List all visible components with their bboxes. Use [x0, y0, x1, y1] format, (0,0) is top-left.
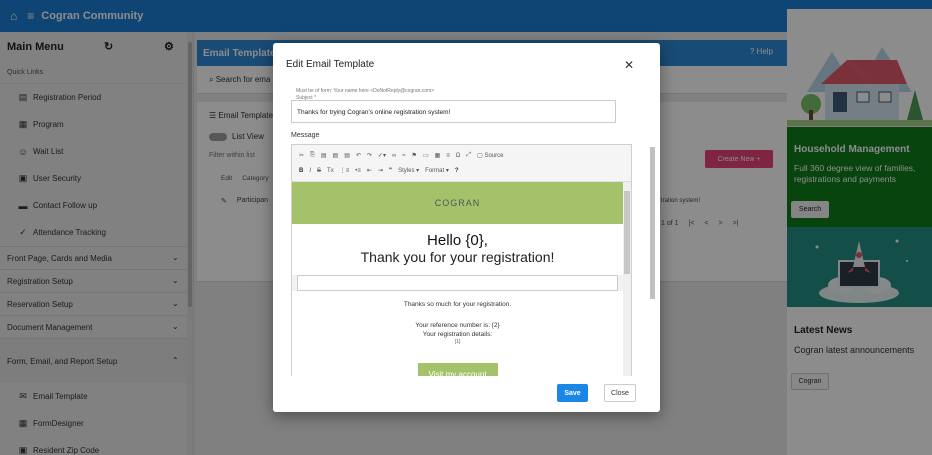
unlink-icon[interactable]: ≈ — [402, 153, 405, 159]
rich-text-editor: ✂ ⎘ ▤ ▤ ▤ ↶ ↷ ✓▾ ∞ ≈ ⚑ ▭ ▦ ≡ Ω ⤢ ▢ Sourc — [291, 144, 632, 376]
styles-label: Styles — [398, 168, 415, 174]
remove-format-icon[interactable]: Tx — [327, 168, 334, 174]
indent-icon[interactable]: ⇥ — [378, 167, 383, 174]
email-header: Hello {0}, Thank you for your registrati… — [292, 224, 623, 275]
editor-toolbar: ✂ ⎘ ▤ ▤ ▤ ↶ ↷ ✓▾ ∞ ≈ ⚑ ▭ ▦ ≡ Ω ⤢ ▢ Sourc — [292, 145, 631, 182]
format-dropdown[interactable]: Format ▾ — [425, 167, 449, 174]
maximize-icon[interactable]: ⤢ — [466, 152, 471, 159]
close-icon[interactable]: ✕ — [624, 58, 634, 72]
italic-icon[interactable]: I — [309, 168, 311, 174]
redo-icon[interactable]: ↷ — [367, 152, 372, 159]
email-p1: Thanks so much for your registration. — [403, 301, 512, 308]
styles-dropdown[interactable]: Styles ▾ — [398, 167, 419, 174]
save-button[interactable]: Save — [557, 384, 588, 402]
table-icon[interactable]: ▦ — [435, 152, 441, 159]
email-hello: Hello {0}, — [427, 232, 488, 249]
email-preview: COGRAN Hello {0}, Thank you for your reg… — [292, 182, 623, 376]
copy-icon[interactable]: ⎘ — [310, 152, 315, 159]
email-logo: COGRAN — [292, 182, 623, 224]
editor-scrollbar[interactable] — [623, 182, 631, 376]
format-label: Format — [425, 168, 445, 174]
email-p2: Your reference number is: {2} — [415, 322, 500, 329]
modal-title: Edit Email Template — [286, 59, 375, 70]
special-char-icon[interactable]: Ω — [456, 153, 461, 159]
email-p4: {1} — [454, 339, 461, 345]
source-button[interactable]: ▢ Source — [477, 152, 503, 159]
numbered-list-icon[interactable]: ⋮≡ — [340, 167, 350, 174]
modal-body: Must be of form: Your name here <DoNotRe… — [273, 81, 660, 376]
editor-content: COGRAN Hello {0}, Thank you for your reg… — [292, 182, 623, 376]
from-hint: Must be of form: Your name here <DoNotRe… — [296, 88, 435, 94]
link-icon[interactable]: ∞ — [392, 153, 396, 159]
help-icon[interactable]: ? — [455, 168, 459, 174]
hr-icon[interactable]: ≡ — [446, 153, 450, 159]
email-body: Thanks so much for your registration. Yo… — [292, 291, 623, 376]
editor-scroll-thumb[interactable] — [624, 191, 630, 274]
email-thanks: Thank you for your registration! — [360, 249, 555, 265]
modal-scrollbar[interactable] — [648, 83, 656, 377]
cut-icon[interactable]: ✂ — [299, 152, 304, 159]
editor-canvas[interactable]: COGRAN Hello {0}, Thank you for your reg… — [292, 182, 631, 376]
anchor-icon[interactable]: ⚑ — [412, 152, 417, 159]
paste-word-icon[interactable]: ▤ — [344, 152, 350, 159]
undo-icon[interactable]: ↶ — [356, 152, 361, 159]
image-icon[interactable]: ▭ — [423, 152, 429, 159]
paste-icon[interactable]: ▤ — [321, 152, 327, 159]
email-divider — [297, 275, 618, 291]
edit-email-modal: Edit Email Template ✕ Must be of form: Y… — [273, 43, 660, 412]
message-label: Message — [291, 132, 320, 139]
blockquote-icon[interactable]: ❞ — [389, 167, 392, 174]
bulleted-list-icon[interactable]: •≡ — [355, 168, 361, 174]
source-label: Source — [484, 153, 504, 159]
close-button[interactable]: Close — [604, 384, 636, 402]
spellcheck-icon[interactable]: ✓▾ — [378, 152, 386, 159]
visit-account-button[interactable]: Visit my account — [417, 363, 498, 376]
bold-icon[interactable]: B — [299, 168, 303, 174]
outdent-icon[interactable]: ⇤ — [367, 167, 372, 174]
paste-text-icon[interactable]: ▤ — [333, 152, 339, 159]
subject-input[interactable]: Thanks for trying Cogran's online regist… — [291, 100, 616, 123]
strike-icon[interactable]: S — [317, 168, 321, 174]
modal-scroll-thumb[interactable] — [650, 147, 655, 299]
email-p3: Your registration details: — [422, 331, 493, 338]
